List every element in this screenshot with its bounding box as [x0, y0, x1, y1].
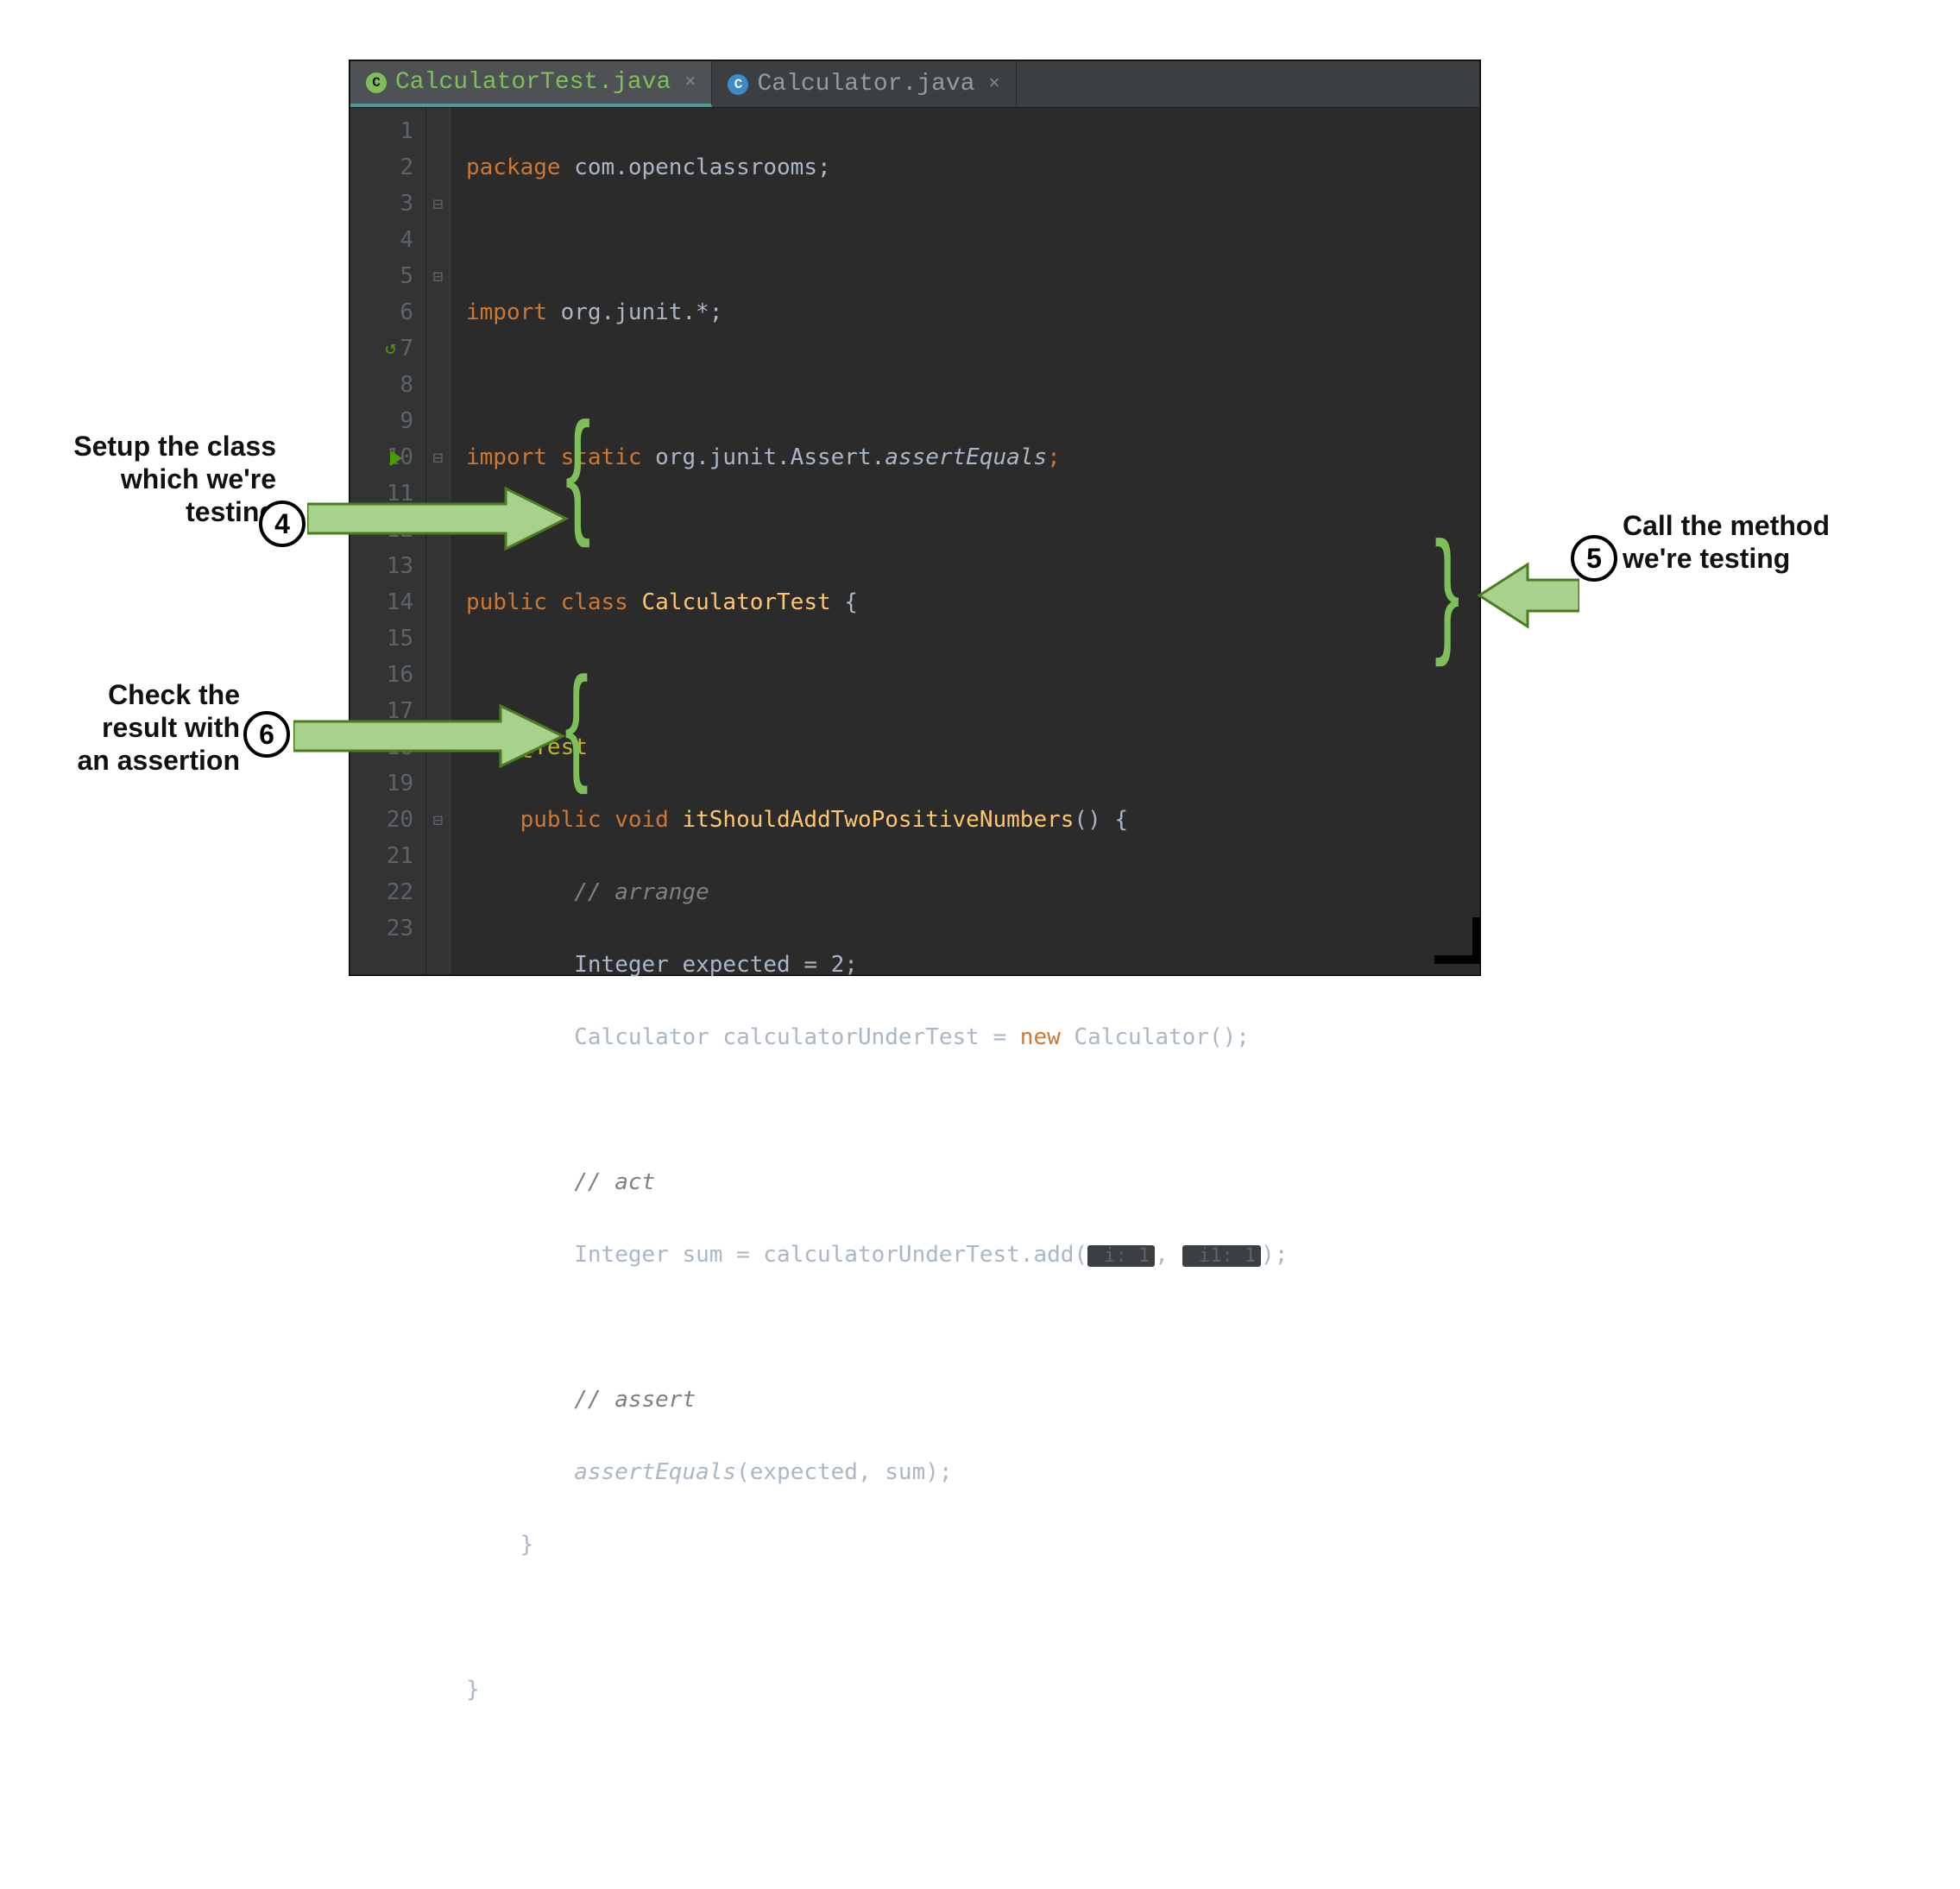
- fold-icon[interactable]: ⊟: [426, 258, 450, 294]
- annotation-6-step: 6: [243, 711, 290, 758]
- ide-editor: C CalculatorTest.java × C Calculator.jav…: [350, 60, 1480, 975]
- close-icon[interactable]: ×: [684, 72, 696, 93]
- code-area[interactable]: package com.openclassrooms; import org.j…: [451, 108, 1479, 974]
- annotation-5-text: Call the method we're testing: [1623, 509, 1916, 575]
- test-file-icon: C: [366, 72, 387, 93]
- tab-label: Calculator.java: [757, 71, 974, 98]
- annotation-6-text: Check the result with an assertion: [50, 678, 240, 777]
- line-number-gutter: 123456 7↺ 89 10 111213141516171819202122…: [350, 108, 426, 974]
- fold-icon[interactable]: ⊟: [426, 186, 450, 222]
- tab-label: CalculatorTest.java: [395, 69, 671, 96]
- annotation-5-step: 5: [1571, 535, 1617, 582]
- editor-area[interactable]: 123456 7↺ 89 10 111213141516171819202122…: [350, 108, 1479, 974]
- close-icon[interactable]: ×: [989, 73, 1000, 95]
- fold-gutter: ⊟ ⊟ ⊟ ⊟: [426, 108, 451, 974]
- tab-calculatortest[interactable]: C CalculatorTest.java ×: [350, 61, 712, 107]
- annotation-4-step: 4: [259, 501, 306, 547]
- class-file-icon: C: [728, 74, 748, 95]
- fold-icon[interactable]: ⊟: [426, 802, 450, 838]
- run-test-icon[interactable]: [390, 450, 402, 466]
- tab-bar: C CalculatorTest.java × C Calculator.jav…: [350, 61, 1479, 108]
- arrow-5-icon: [1476, 559, 1579, 632]
- fold-icon[interactable]: ⊟: [426, 439, 450, 475]
- annotation-4-text: Setup the class which we're testing: [52, 430, 276, 528]
- vcs-change-icon: ↺: [385, 331, 396, 367]
- resize-corner-icon: [1434, 917, 1481, 964]
- tab-calculator[interactable]: C Calculator.java ×: [712, 61, 1016, 107]
